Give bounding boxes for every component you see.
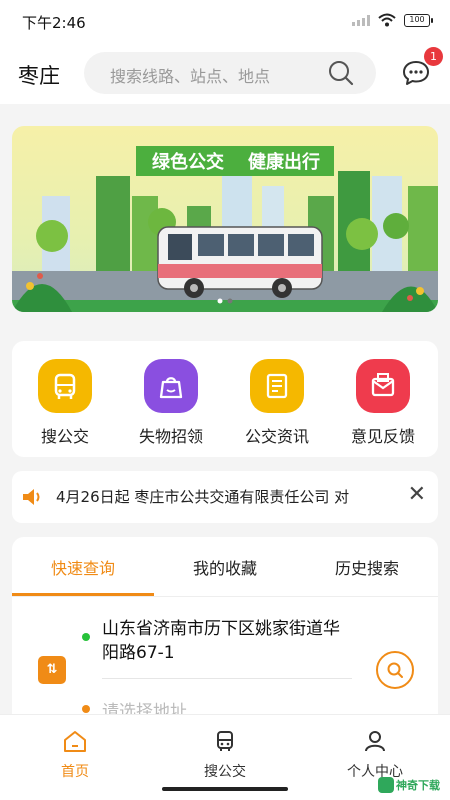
swap-icon[interactable]: ⇅ <box>38 656 66 684</box>
start-dot <box>82 633 90 641</box>
promo-banner[interactable]: 绿色公交 健康出行 <box>12 126 438 312</box>
watermark-logo-icon <box>378 777 394 793</box>
news-doc-icon <box>250 359 304 413</box>
close-icon[interactable]: ✕ <box>408 483 426 507</box>
tab-quick-query[interactable]: 快速查询 <box>12 555 154 579</box>
divider <box>102 678 352 679</box>
query-tabs: 快速查询 我的收藏 历史搜索 <box>12 537 438 597</box>
quick-services: 搜公交 失物招领 公交资讯 意见反馈 <box>12 341 438 457</box>
feedback-mail-icon <box>356 359 410 413</box>
search-icon <box>387 662 403 678</box>
lost-bag-icon <box>144 359 198 413</box>
banner-headline-left: 绿色公交 <box>152 151 224 173</box>
banner-headline-right: 健康出行 <box>248 151 320 173</box>
service-bus-search[interactable]: 搜公交 <box>12 359 118 447</box>
home-icon <box>64 731 86 752</box>
battery-icon: 100 <box>404 13 433 27</box>
signal-icon <box>352 14 370 26</box>
home-indicator <box>162 787 288 791</box>
service-label: 公交资讯 <box>244 427 309 446</box>
service-feedback[interactable]: 意见反馈 <box>330 359 436 447</box>
divider <box>12 596 438 597</box>
status-icons: 100 <box>352 13 433 27</box>
end-dot <box>82 705 90 713</box>
message-icon[interactable] <box>402 60 430 86</box>
message-badge: 1 <box>424 47 443 66</box>
search-box[interactable]: 搜索线路、站点、地点 <box>84 52 376 94</box>
status-time: 下午2:46 <box>22 14 86 32</box>
watermark-text: 神奇下载 <box>396 779 440 792</box>
service-label: 搜公交 <box>40 427 89 446</box>
search-placeholder: 搜索线路、站点、地点 <box>110 67 271 86</box>
bus-icon <box>217 731 233 751</box>
app-header: 枣庄 搜索线路、站点、地点 1 <box>0 40 450 104</box>
person-icon <box>365 731 385 752</box>
city-selector[interactable]: 枣庄 <box>18 60 60 90</box>
start-location[interactable]: 山东省济南市历下区姚家街道华阳路67-1 <box>102 617 352 665</box>
route-search-button[interactable] <box>376 651 414 689</box>
nav-bus[interactable]: 搜公交 <box>150 729 300 781</box>
service-label: 意见反馈 <box>350 427 415 446</box>
banner-dot-2 <box>227 298 233 304</box>
search-icon[interactable] <box>328 60 354 86</box>
notice-bar[interactable]: 4月26日起 枣庄市公共交通有限责任公司 对 ✕ <box>12 471 438 523</box>
wifi-icon <box>378 13 396 27</box>
bus-search-icon <box>38 359 92 413</box>
service-lost-found[interactable]: 失物招领 <box>118 359 224 447</box>
notice-text: 4月26日起 枣庄市公共交通有限责任公司 对 <box>56 488 350 506</box>
watermark: 神奇下载 <box>378 774 448 796</box>
tab-favorites[interactable]: 我的收藏 <box>154 555 296 579</box>
route-query-card: 快速查询 我的收藏 历史搜索 ⇅ 山东省济南市历下区姚家街道华阳路67-1 请选… <box>12 537 438 737</box>
speaker-icon <box>23 489 40 505</box>
service-bus-news[interactable]: 公交资讯 <box>224 359 330 447</box>
tab-history[interactable]: 历史搜索 <box>296 555 438 579</box>
nav-home[interactable]: 首页 <box>0 729 150 781</box>
banner-dot-1 <box>217 298 223 304</box>
service-label: 失物招领 <box>138 427 203 446</box>
banner-illustration: 绿色公交 健康出行 <box>12 126 438 312</box>
nav-label: 搜公交 <box>204 764 246 780</box>
nav-label: 首页 <box>61 764 89 780</box>
status-bar: 下午2:46 100 <box>0 0 450 40</box>
